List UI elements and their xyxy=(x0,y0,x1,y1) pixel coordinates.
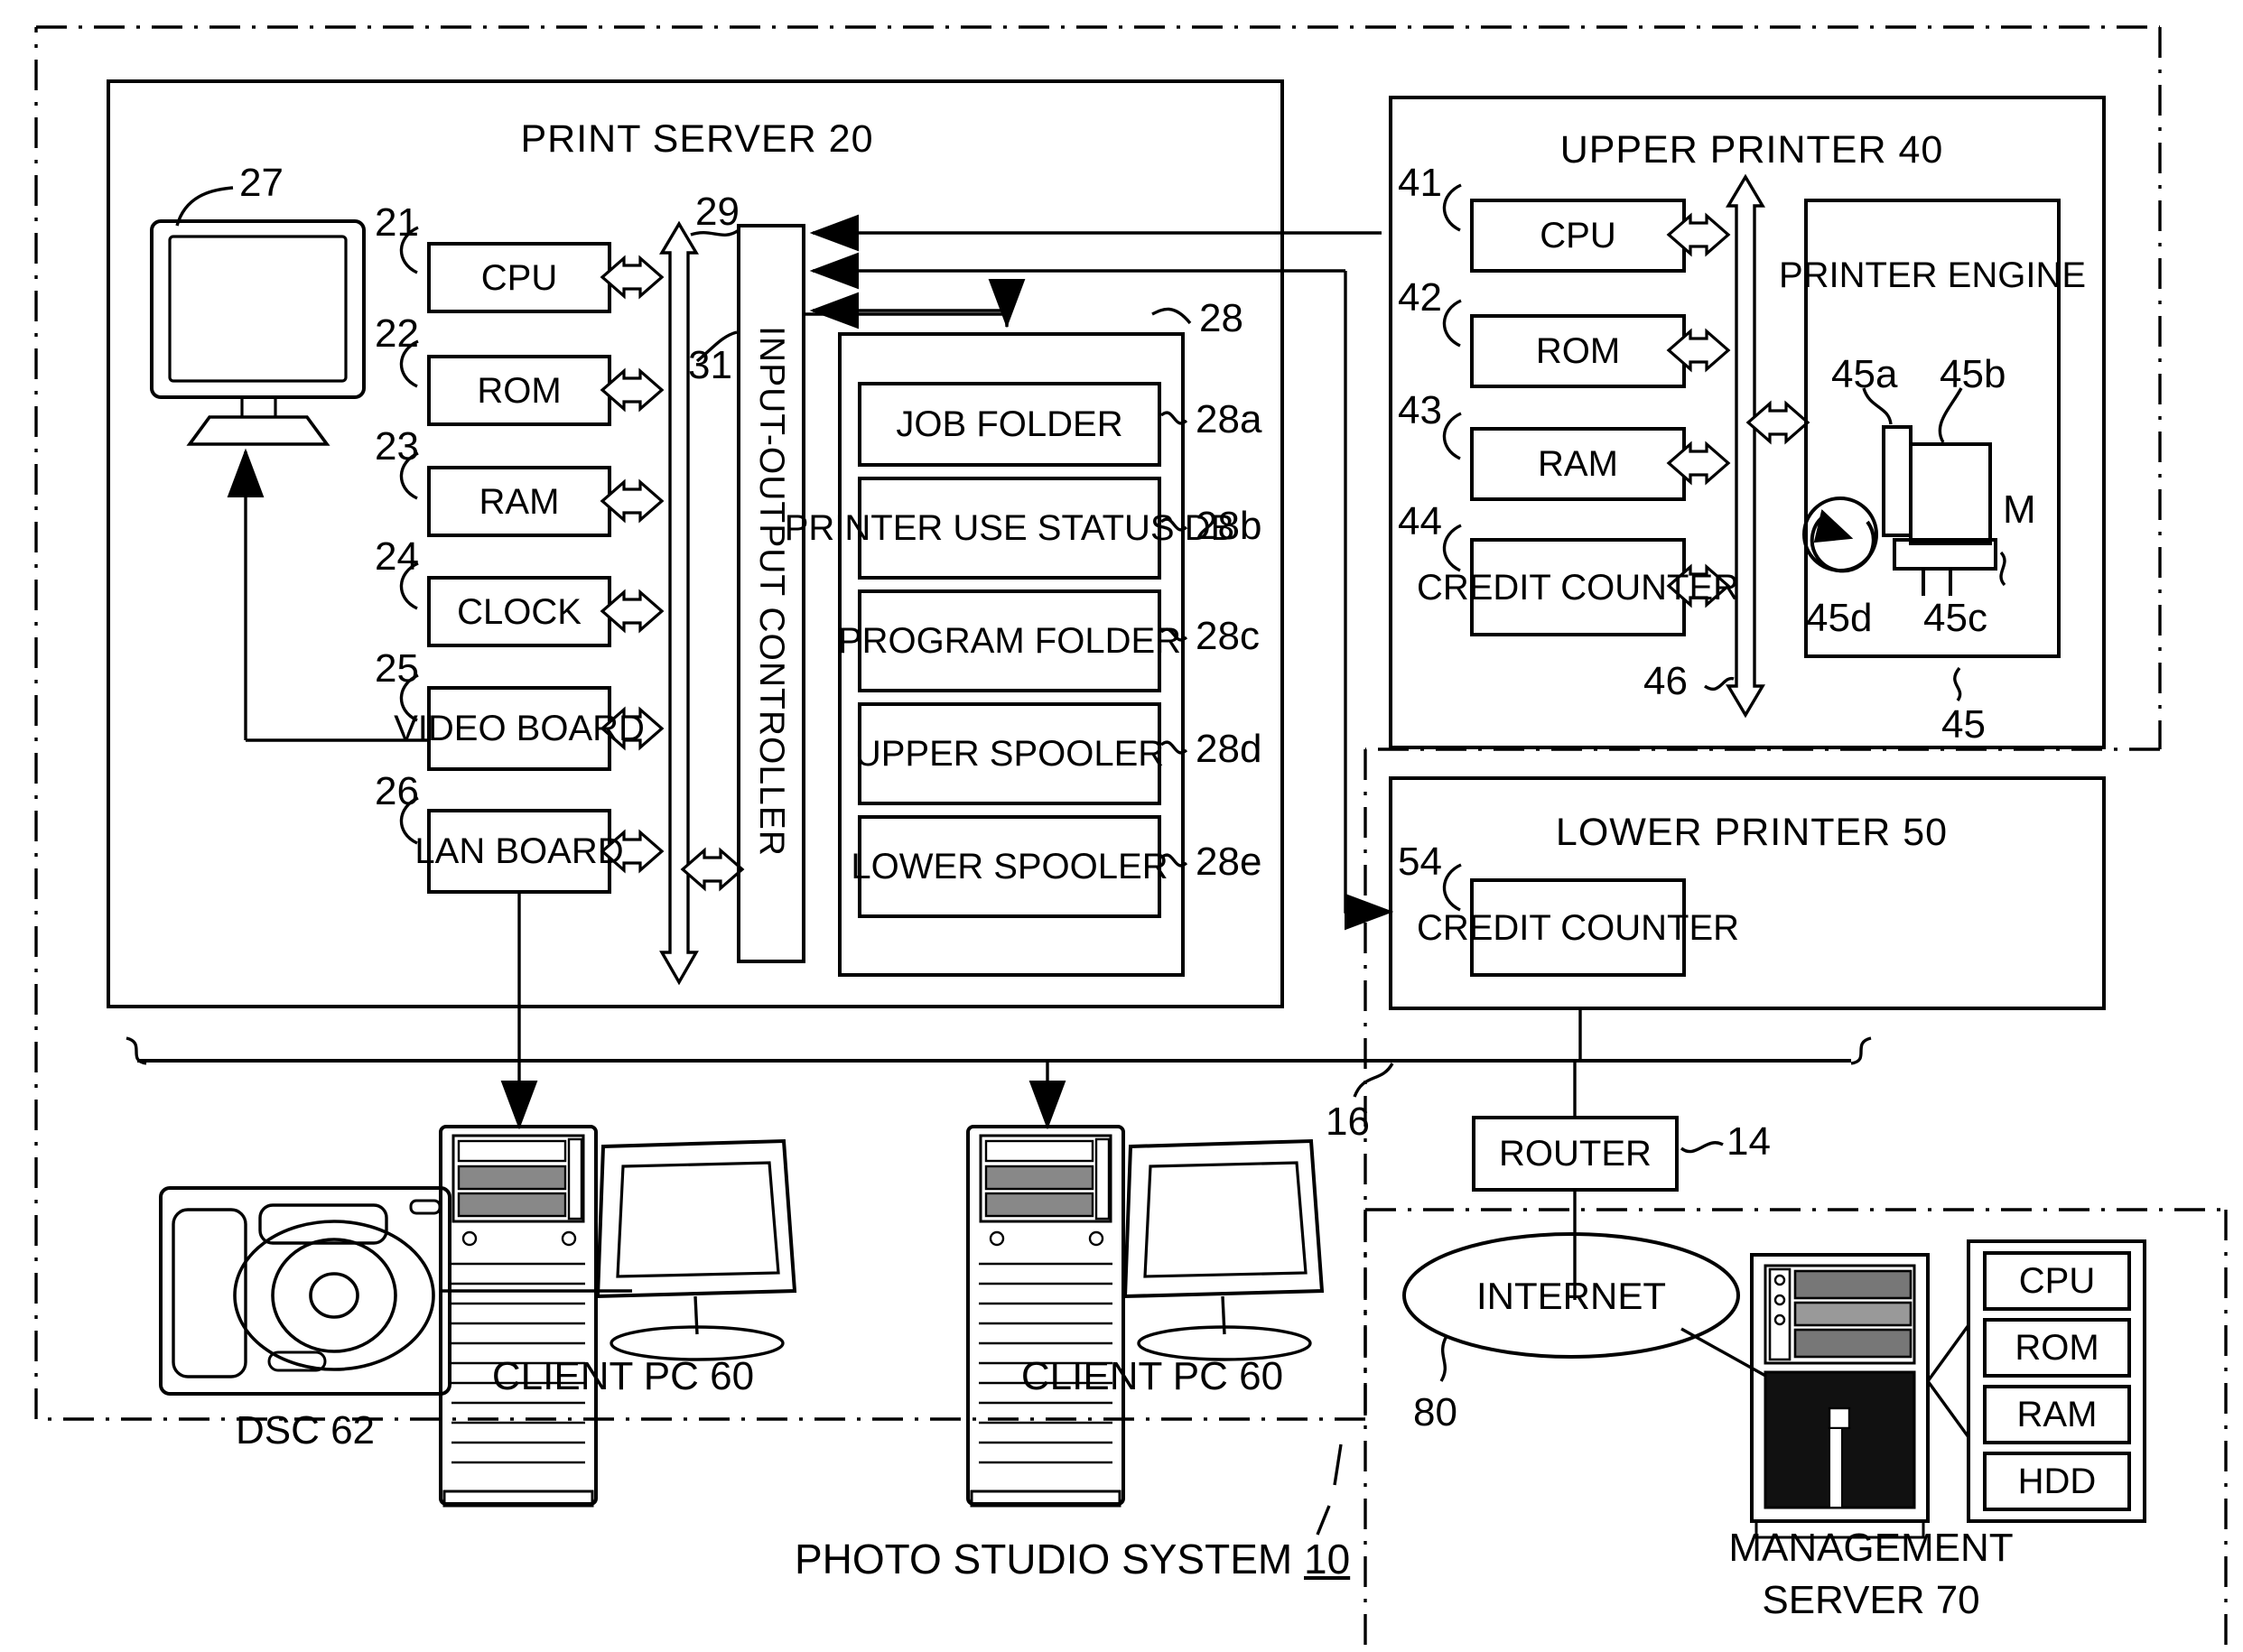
storage-ref-28e: 28e xyxy=(1196,840,1262,884)
print-server-clock: CLOCK xyxy=(457,591,582,632)
patent-figure: PRINT SERVER 20 27 21 CPU 22 ROM 23 RAM … xyxy=(0,0,2243,1652)
component-ref-25: 25 xyxy=(375,646,419,691)
internet-label: INTERNET xyxy=(1476,1274,1666,1317)
upper-printer-ref-42: 42 xyxy=(1398,275,1442,320)
camera-label: DSC 62 xyxy=(235,1408,376,1452)
upper-printer-ref-43: 43 xyxy=(1398,388,1442,432)
client-pc-2-label: CLIENT PC 60 xyxy=(1020,1354,1284,1398)
engine-motor-label: M xyxy=(2003,487,2036,532)
figure-caption-ref: 10 xyxy=(1304,1536,1351,1582)
engine-part-ref-45a: 45a xyxy=(1831,352,1898,396)
engine-part-ref-45c: 45c xyxy=(1923,596,1987,640)
component-ref-22: 22 xyxy=(375,311,419,356)
management-server-label-line1: MANAGEMENT xyxy=(1728,1526,2014,1570)
io-controller-ref-31: 31 xyxy=(688,343,732,387)
storage-ref-28a: 28a xyxy=(1196,397,1262,441)
monitor-ref-27: 27 xyxy=(239,161,284,205)
printer-engine-label: PRINTER ENGINE xyxy=(1778,255,2087,295)
lower-printer-ref-54: 54 xyxy=(1398,840,1442,884)
bus-ref-29: 29 xyxy=(695,190,740,234)
print-server-rom: ROM xyxy=(477,370,562,411)
component-ref-26: 26 xyxy=(375,769,419,813)
lower-printer-title: LOWER PRINTER 50 xyxy=(1555,811,1949,854)
engine-part-ref-45b: 45b xyxy=(1940,352,2006,396)
internet-ref-80: 80 xyxy=(1413,1390,1457,1434)
component-ref-24: 24 xyxy=(375,534,419,579)
storage-item-upper-spooler: UPPER SPOOLER xyxy=(854,734,1165,774)
upper-printer-title: UPPER PRINTER 40 xyxy=(1559,128,1944,172)
print-server-lan-board: LAN BOARD xyxy=(414,831,624,871)
component-ref-23: 23 xyxy=(375,424,419,469)
io-controller-label: INPUT-OUTPUT CONTROLLER xyxy=(752,326,791,857)
figure-caption: PHOTO STUDIO SYSTEM 10 xyxy=(795,1535,1350,1583)
client-pc-1-label: CLIENT PC 60 xyxy=(491,1354,755,1398)
router-label: ROUTER xyxy=(1499,1134,1652,1174)
storage-ref-28c: 28c xyxy=(1196,614,1260,658)
lower-printer-credit-counter: CREDIT COUNTER xyxy=(1416,907,1740,948)
upper-printer-cpu: CPU xyxy=(1540,216,1616,255)
management-server-cpu: CPU xyxy=(2018,1261,2096,1301)
storage-ref-28b: 28b xyxy=(1196,504,1262,548)
storage-ref-28d: 28d xyxy=(1196,727,1262,771)
engine-part-ref-45d: 45d xyxy=(1806,596,1873,640)
management-server-rom: ROM xyxy=(2015,1328,2099,1368)
storage-item-lower-spooler: LOWER SPOOLER xyxy=(851,847,1168,886)
upper-printer-rom: ROM xyxy=(1535,331,1621,371)
management-server-ram: RAM xyxy=(2016,1395,2098,1434)
component-ref-21: 21 xyxy=(375,200,419,245)
print-server-title: PRINT SERVER 20 xyxy=(520,117,874,161)
upper-printer-ref-44: 44 xyxy=(1398,499,1442,543)
print-server-cpu: CPU xyxy=(480,257,558,298)
print-server-ram: RAM xyxy=(479,481,560,522)
upper-printer-bus-ref-46: 46 xyxy=(1643,659,1688,703)
print-server-video-board: VIDEO BOARD xyxy=(394,709,645,748)
figure-caption-text: PHOTO STUDIO SYSTEM xyxy=(795,1536,1293,1582)
storage-item-program-folder: PROGRAM FOLDER xyxy=(837,621,1182,661)
management-server-label-line2: SERVER 70 xyxy=(1762,1578,1980,1622)
storage-item-job-folder: JOB FOLDER xyxy=(896,404,1123,444)
storage-ref-28: 28 xyxy=(1199,296,1243,340)
management-server-hdd: HDD xyxy=(2017,1462,2097,1501)
upper-printer-ref-41: 41 xyxy=(1398,161,1442,205)
upper-printer-ram: RAM xyxy=(1538,444,1618,484)
lan-ref-16: 16 xyxy=(1326,1100,1370,1144)
upper-printer-credit-counter: CREDIT COUNTER xyxy=(1416,567,1740,608)
engine-ref-45: 45 xyxy=(1941,702,1986,747)
router-ref-14: 14 xyxy=(1726,1119,1771,1164)
storage-item-printer-use-status-db: PRINTER USE STATUS DB xyxy=(784,508,1235,548)
